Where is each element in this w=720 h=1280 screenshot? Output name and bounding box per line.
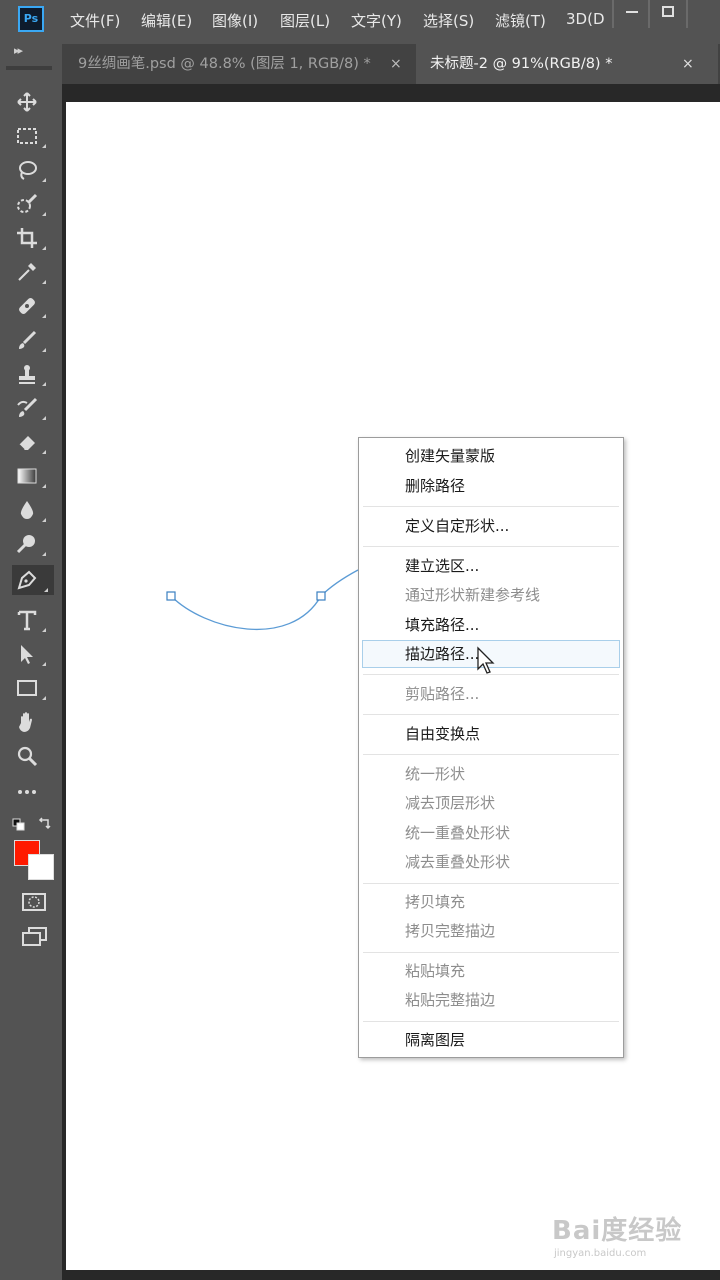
mouse-cursor-icon: [477, 646, 495, 674]
menu-separator: [363, 754, 619, 755]
anchor-point[interactable]: [316, 591, 326, 601]
menu-item-delete-path[interactable]: 删除路径: [405, 476, 465, 496]
menu-item-unite-shapes-at-overlap[interactable]: 统一重叠处形状: [405, 823, 510, 843]
menu-item-make-vector-mask[interactable]: 创建矢量蒙版: [405, 446, 495, 466]
menu-item-unite-shapes[interactable]: 统一形状: [405, 764, 465, 784]
menu-separator: [363, 1021, 619, 1022]
menu-separator: [363, 952, 619, 953]
menu-item-subtract-shapes-at-overlap[interactable]: 减去重叠处形状: [405, 852, 510, 872]
menu-item-clipping-path[interactable]: 剪贴路径...: [405, 684, 479, 704]
menu-separator: [363, 506, 619, 507]
menu-separator: [363, 714, 619, 715]
anchor-point[interactable]: [166, 591, 176, 601]
watermark-url: jingyan.baidu.com: [554, 1248, 647, 1259]
menu-separator: [363, 883, 619, 884]
menu-item-free-transform-points[interactable]: 自由变换点: [405, 724, 480, 744]
menu-item-paste-fill[interactable]: 粘贴填充: [405, 961, 465, 981]
menu-item-new-guides-from-shape[interactable]: 通过形状新建参考线: [405, 585, 540, 605]
menu-item-subtract-front-shape[interactable]: 减去顶层形状: [405, 793, 495, 813]
menu-item-stroke-path[interactable]: 描边路径...: [405, 644, 479, 664]
path-context-menu: 创建矢量蒙版 删除路径 定义自定形状... 建立选区... 通过形状新建参考线 …: [358, 437, 624, 1058]
baidu-jingyan-watermark: Bai度经验 jingyan.baidu.com: [552, 1210, 692, 1266]
menu-item-isolate-layers[interactable]: 隔离图层: [405, 1030, 465, 1050]
menu-item-fill-path[interactable]: 填充路径...: [405, 615, 479, 635]
menu-item-make-selection[interactable]: 建立选区...: [405, 556, 479, 576]
menu-separator: [363, 546, 619, 547]
menu-item-copy-fill[interactable]: 拷贝填充: [405, 892, 465, 912]
menu-item-paste-complete-stroke[interactable]: 粘贴完整描边: [405, 990, 495, 1010]
menu-item-copy-complete-stroke[interactable]: 拷贝完整描边: [405, 921, 495, 941]
watermark-brand: Bai度经验: [552, 1216, 683, 1246]
menu-item-define-custom-shape[interactable]: 定义自定形状...: [405, 516, 509, 536]
